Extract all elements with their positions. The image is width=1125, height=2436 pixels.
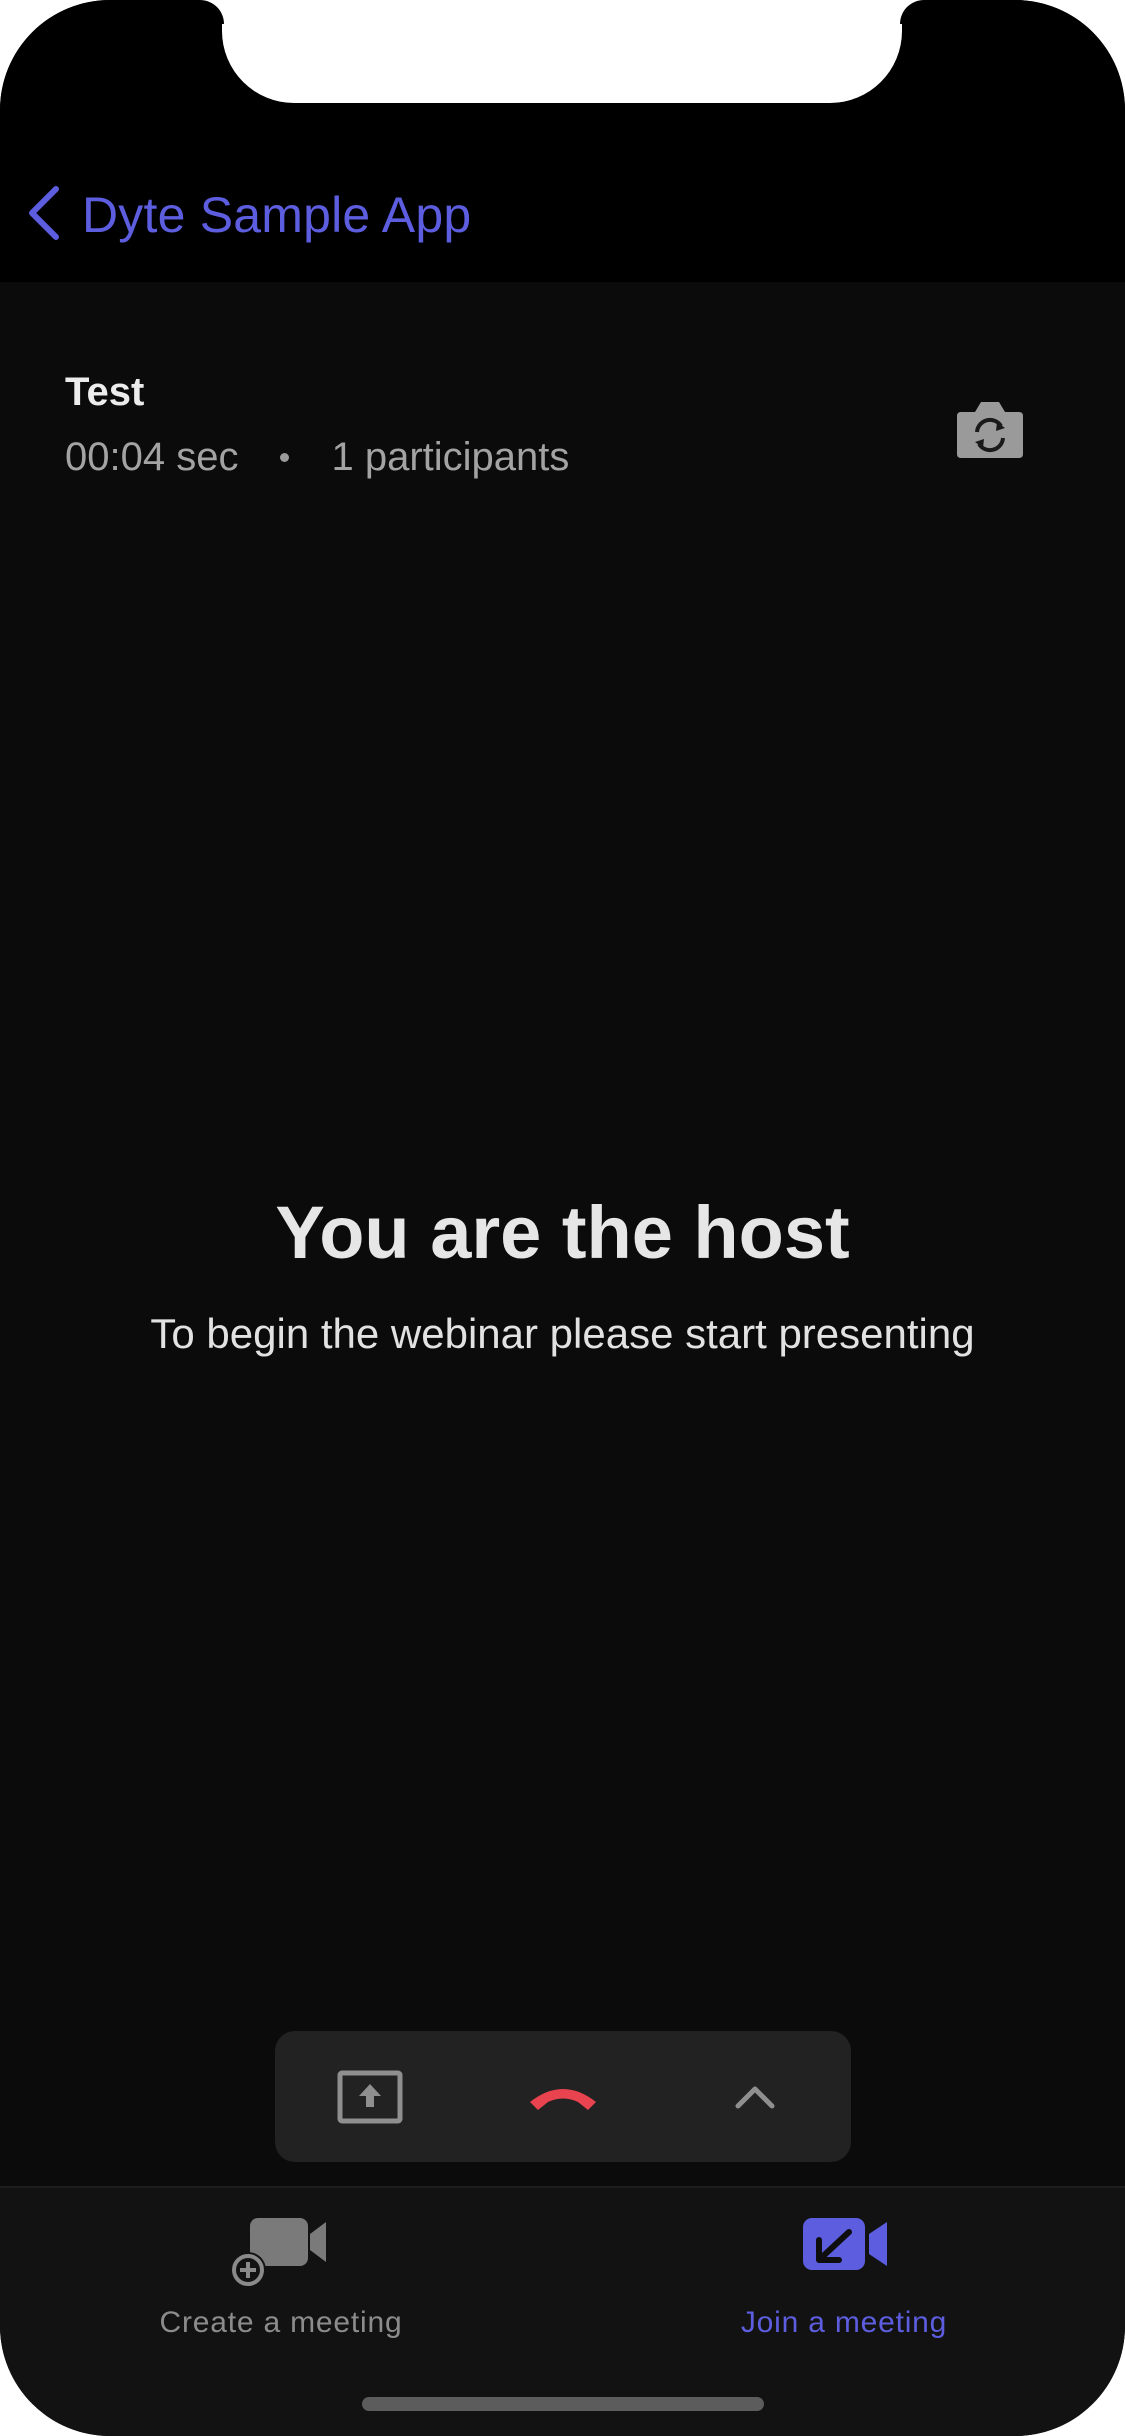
more-options-button[interactable] bbox=[695, 2031, 815, 2162]
device-notch bbox=[222, 0, 902, 103]
back-button[interactable]: Dyte Sample App bbox=[22, 180, 471, 250]
participant-count: 1 participants bbox=[331, 435, 570, 479]
notch-corner-right bbox=[900, 0, 924, 24]
home-indicator[interactable] bbox=[362, 2397, 764, 2411]
app-screen: Dyte Sample App Test 00:04 sec 1 partici… bbox=[0, 0, 1125, 2436]
separator-dot bbox=[280, 453, 290, 462]
video-add-icon bbox=[230, 2218, 326, 2288]
host-subtext: To begin the webinar please start presen… bbox=[150, 1310, 975, 1357]
meeting-duration: 00:04 sec bbox=[65, 435, 239, 479]
screen-share-button[interactable] bbox=[310, 2031, 430, 2162]
host-heading: You are the host bbox=[275, 1191, 850, 1274]
video-join-icon bbox=[803, 2218, 887, 2270]
meeting-title: Test bbox=[65, 370, 145, 414]
tab-join-meeting[interactable]: Join a meeting bbox=[664, 2208, 1024, 2340]
screen-share-icon bbox=[337, 2070, 403, 2123]
chevron-left-icon bbox=[22, 183, 64, 248]
tab-create-meeting[interactable]: Create a meeting bbox=[101, 2208, 461, 2340]
meeting-meta: 00:04 sec 1 participants bbox=[65, 435, 569, 480]
tab-create-label: Create a meeting bbox=[159, 2306, 403, 2339]
tab-join-label: Join a meeting bbox=[740, 2306, 948, 2339]
meeting-control-bar bbox=[275, 2031, 851, 2162]
end-call-button[interactable] bbox=[503, 2031, 623, 2162]
end-call-icon bbox=[530, 2088, 596, 2110]
notch-corner-left bbox=[200, 0, 224, 24]
camera-switch-icon bbox=[957, 402, 1023, 458]
back-button-label: Dyte Sample App bbox=[82, 187, 472, 243]
switch-camera-button[interactable] bbox=[955, 398, 1025, 460]
navigation-bar: Dyte Sample App bbox=[0, 0, 1125, 282]
chevron-up-icon bbox=[735, 2086, 775, 2108]
